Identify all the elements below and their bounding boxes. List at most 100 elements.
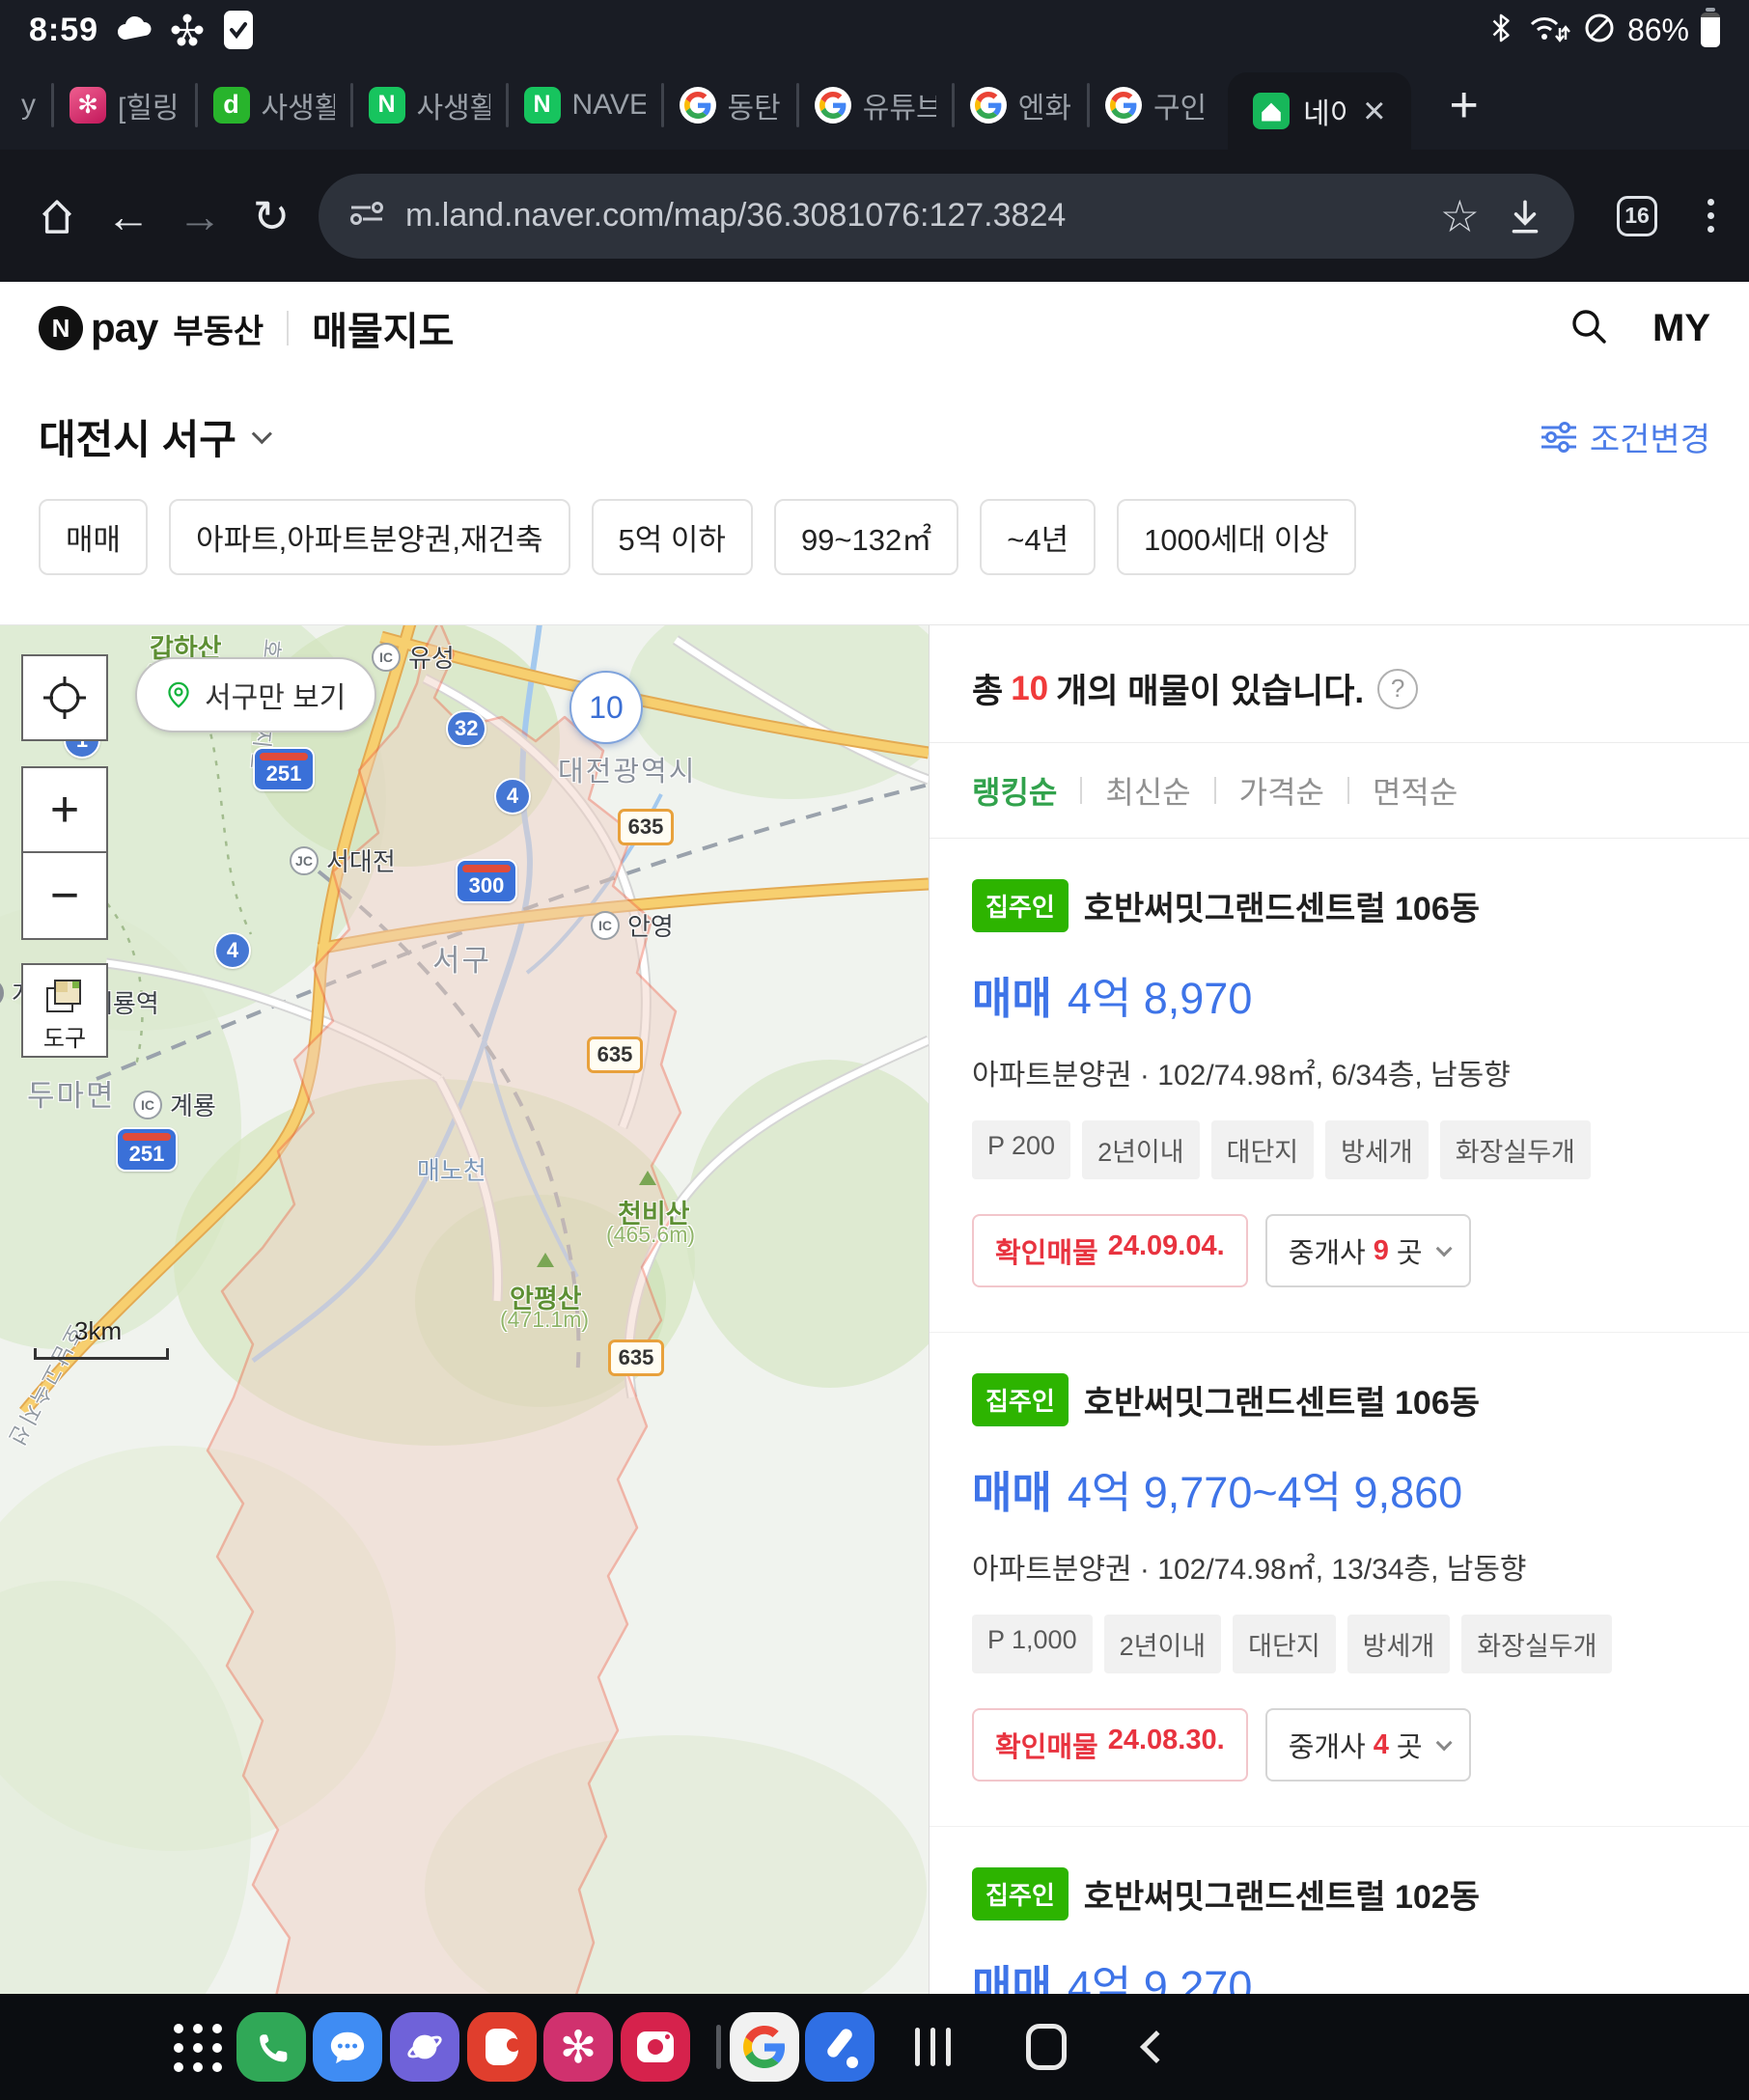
bookmark-star-icon[interactable]: ☆ — [1440, 190, 1480, 242]
listing-card[interactable]: 집주인 호반써밋그랜드센트럴 106동 매매4억 9,770~4억 9,860 … — [930, 1333, 1749, 1827]
phone-app-icon[interactable] — [236, 2012, 306, 2082]
show-district-only-button[interactable]: 서구만 보기 — [135, 657, 376, 732]
google-app-icon[interactable] — [730, 2012, 799, 2082]
my-button[interactable]: MY — [1652, 307, 1710, 350]
map-canvas[interactable]: 갑하산 (468.7m) IC 유성 대전광역시 호남고속지선 1 32 251… — [0, 625, 929, 1994]
sort-ranking[interactable]: 랭킹순 — [972, 768, 1057, 813]
listing-card[interactable]: 집주인 호반써밋그랜드센트럴 106동 매매4억 8,970 아파트분양권 · … — [930, 839, 1749, 1333]
filter-chip-trade[interactable]: 매매 — [39, 499, 148, 575]
confirmed-listing-button[interactable]: 확인매물 24.08.30. — [972, 1708, 1248, 1782]
tab-active-naver-land[interactable]: 네이버부동산 × — [1228, 72, 1410, 150]
confirmed-listing-button[interactable]: 확인매물 24.09.04. — [972, 1214, 1248, 1287]
owner-badge: 집주인 — [972, 1373, 1069, 1426]
zoom-in-button[interactable]: + — [23, 768, 106, 853]
filter-chip-households[interactable]: 1000세대 이상 — [1117, 499, 1356, 575]
owner-badge: 집주인 — [972, 879, 1069, 932]
status-bar: 8:59 — [0, 0, 1749, 60]
samsung-internet-app-icon[interactable] — [390, 2012, 459, 2082]
map-tools-button[interactable]: 도구 — [21, 963, 108, 1058]
route-shield-635: 635 — [608, 1340, 664, 1376]
tab-dongtan[interactable]: 동탄 — [664, 76, 796, 134]
filter-chip-area[interactable]: 99~132㎡ — [774, 499, 958, 575]
tab-youtube[interactable]: 유튜브 — [799, 76, 952, 134]
sort-bar: 랭킹순 최신순 가격순 면적순 — [930, 743, 1749, 839]
expressway-shield-251: 251 — [116, 1127, 178, 1172]
mountain-peak-icon — [537, 1253, 554, 1273]
map-scale: 3km — [34, 1316, 169, 1360]
agents-dropdown-button[interactable]: 중개사 9 곳 — [1265, 1214, 1471, 1287]
reload-icon[interactable]: ↻ — [239, 190, 303, 242]
tab-healing[interactable]: ✻ [힐링 — [54, 76, 195, 134]
change-conditions-button[interactable]: 조건변경 — [1540, 413, 1710, 460]
map-pin-icon — [166, 679, 191, 710]
back-button[interactable] — [1122, 2012, 1191, 2082]
home-button[interactable] — [1012, 2012, 1081, 2082]
dock-divider — [716, 2025, 721, 2069]
back-icon[interactable]: ← — [97, 190, 160, 242]
filter-chip-price[interactable]: 5억 이하 — [592, 499, 753, 575]
listing-price: 매매4억 9,270 — [972, 1951, 1710, 1994]
red-profile-app-icon[interactable] — [467, 2012, 537, 2082]
naver-favicon: N — [369, 87, 405, 124]
home-icon[interactable] — [25, 194, 89, 238]
tab-count-button[interactable]: 16 — [1617, 196, 1657, 236]
sort-newest[interactable]: 최신순 — [1105, 768, 1190, 813]
naver-land-favicon — [1253, 93, 1290, 129]
tab-yen[interactable]: 엔화 — [955, 76, 1087, 134]
filter-chip-age[interactable]: ~4년 — [980, 499, 1096, 575]
owner-badge: 집주인 — [972, 1867, 1069, 1920]
ipadmarket-favicon: ✻ — [69, 87, 106, 124]
flower-app-icon[interactable]: ✻ — [543, 2012, 613, 2082]
listing-cluster-marker[interactable]: 10 — [569, 671, 643, 744]
search-icon[interactable] — [1568, 305, 1610, 352]
naver-pay-logo[interactable]: N — [39, 306, 83, 350]
help-icon[interactable]: ? — [1377, 669, 1418, 709]
site-header: N pay 부동산 매물지도 MY — [0, 282, 1749, 374]
recents-button[interactable] — [898, 2012, 967, 2082]
sort-price[interactable]: 가격순 — [1239, 768, 1324, 813]
google-favicon — [1105, 87, 1142, 124]
messages-app-icon[interactable] — [313, 2012, 382, 2082]
new-tab-button[interactable]: + — [1450, 80, 1479, 130]
tab-privacy-naver[interactable]: N 사생활 — [353, 76, 506, 134]
ic-anyeong: IC 안영 — [591, 907, 674, 943]
listing-specs: 아파트분양권 · 102/74.98㎡, 13/34층, 남동향 — [972, 1545, 1710, 1588]
tab-privacy-daum[interactable]: d 사생활 — [198, 76, 350, 134]
listing-card[interactable]: 집주인 호반써밋그랜드센트럴 102동 매매4억 9,270 아파트분양권 · … — [930, 1827, 1749, 1994]
download-icon[interactable] — [1505, 196, 1545, 236]
route-shield-4: 4 — [494, 778, 531, 815]
sort-area[interactable]: 면적순 — [1373, 768, 1458, 813]
page-title: 매물지도 — [312, 300, 454, 356]
route-shield-635: 635 — [618, 809, 674, 845]
region-selector[interactable]: 대전시 서구 — [39, 407, 266, 466]
chevron-down-icon — [252, 424, 272, 444]
forward-icon[interactable]: → — [168, 190, 232, 242]
apps-grid-button[interactable] — [174, 2024, 222, 2072]
filter-chip-type[interactable]: 아파트,아파트분양권,재건축 — [169, 499, 569, 575]
menu-kebab-icon[interactable] — [1698, 199, 1724, 233]
pay-wordmark[interactable]: pay — [91, 305, 157, 351]
android-dock: ✻ — [0, 1994, 1749, 2100]
url-text[interactable]: m.land.naver.com/map/36.3081076:127.3824 — [405, 197, 1415, 235]
mountain-peak-icon — [639, 1171, 656, 1191]
elevation-label: (465.6m) — [606, 1222, 695, 1248]
expressway-shield-251: 251 — [253, 747, 315, 791]
blue-pen-app-icon[interactable] — [805, 2012, 874, 2082]
agents-dropdown-button[interactable]: 중개사 4 곳 — [1265, 1708, 1471, 1782]
instagram-app-icon[interactable] — [621, 2012, 690, 2082]
tab-jobs[interactable]: 구인 — [1090, 76, 1222, 134]
close-tab-icon[interactable]: × — [1363, 92, 1385, 130]
city-label: 대전광역시 — [558, 749, 696, 789]
locate-me-button[interactable] — [21, 654, 108, 741]
jc-seodaejeon: JC 서대전 — [290, 843, 396, 878]
url-bar[interactable]: m.land.naver.com/map/36.3081076:127.3824… — [319, 174, 1574, 259]
site-settings-icon[interactable] — [347, 197, 386, 235]
zoom-out-button[interactable]: − — [23, 853, 106, 938]
tab-partial[interactable]: y — [6, 76, 51, 134]
tab-naver[interactable]: N NAVER — [509, 76, 661, 134]
listing-specs: 아파트분양권 · 102/74.98㎡, 6/34층, 남동향 — [972, 1051, 1710, 1093]
chevron-down-icon — [1435, 1240, 1452, 1257]
browser-toolbar: ← → ↻ m.land.naver.com/map/36.3081076:12… — [0, 150, 1749, 282]
results-summary: 총 10 개의 매물이 있습니다. ? — [930, 625, 1749, 743]
service-name[interactable]: 부동산 — [173, 305, 264, 352]
